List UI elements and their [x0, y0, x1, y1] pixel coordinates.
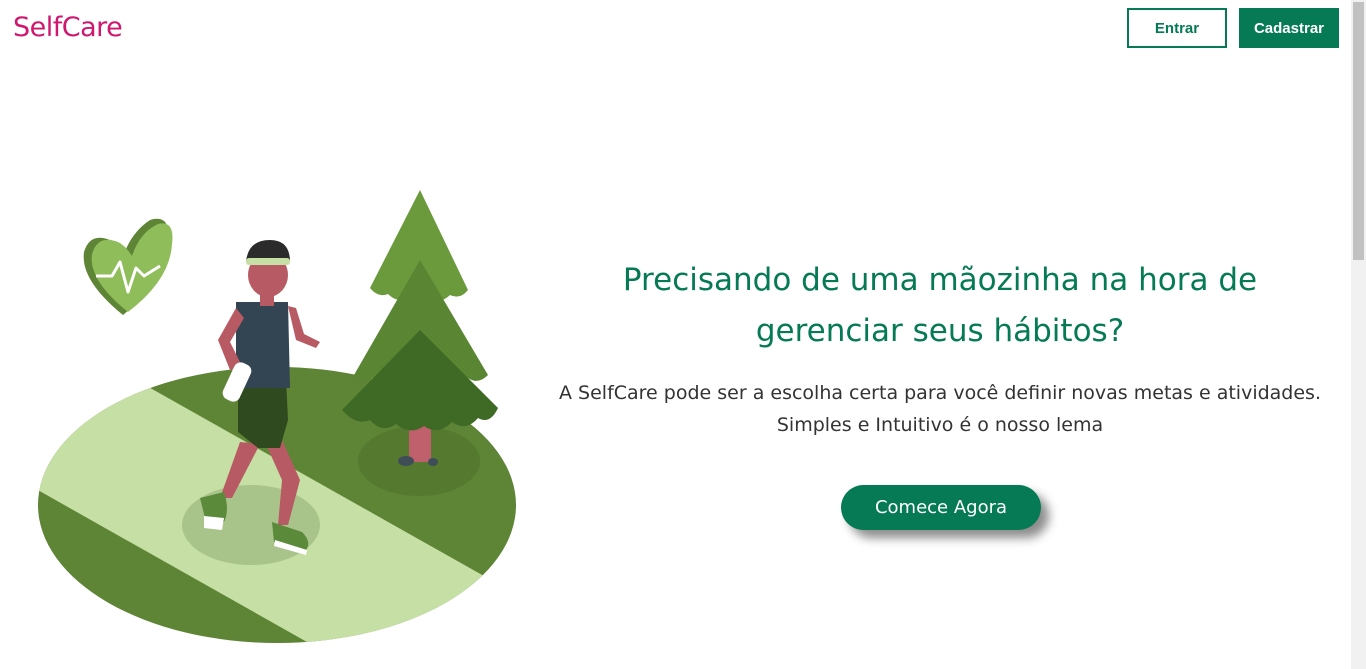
- hero-headline: Precisando de uma mãozinha na hora de ge…: [622, 262, 1258, 349]
- runner-illustration: [38, 190, 516, 643]
- brand-logo[interactable]: SelfCare: [13, 12, 123, 43]
- hero-subtext: A SelfCare pode ser a escolha certa para…: [555, 377, 1325, 441]
- login-button[interactable]: Entrar: [1127, 8, 1227, 48]
- signup-button[interactable]: Cadastrar: [1239, 8, 1339, 48]
- scrollbar-thumb[interactable]: [1353, 2, 1364, 260]
- hero-subtext-line1: A SelfCare pode ser a escolha certa para…: [559, 382, 1321, 404]
- hero-section: Precisando de uma mãozinha na hora de ge…: [555, 255, 1325, 441]
- get-started-button[interactable]: Comece Agora: [841, 485, 1041, 530]
- landing-page: SelfCare Entrar Cadastrar Precisando de …: [0, 0, 1366, 669]
- hero-subtext-line2: Simples e Intuitivo é o nosso lema: [776, 414, 1104, 436]
- heart-pulse-icon: [83, 218, 173, 315]
- vertical-scrollbar[interactable]: [1351, 0, 1366, 669]
- page-content: SelfCare Entrar Cadastrar Precisando de …: [0, 0, 1351, 669]
